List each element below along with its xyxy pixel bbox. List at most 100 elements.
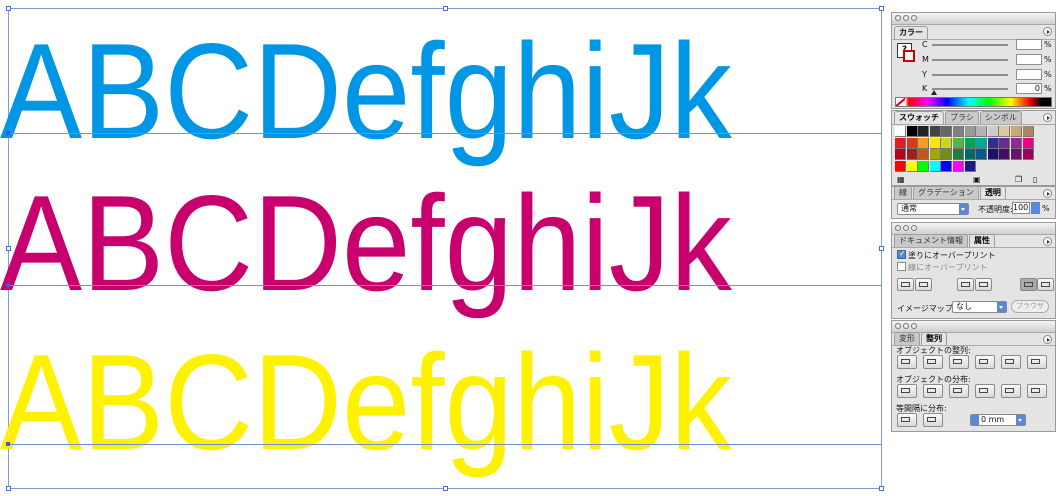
swatch-cell[interactable] bbox=[1011, 137, 1022, 149]
close-dot-icon[interactable] bbox=[895, 225, 901, 231]
opacity-slider-button[interactable] bbox=[1031, 202, 1040, 214]
swatch-cell[interactable] bbox=[906, 126, 918, 137]
fill-stroke-icon[interactable]: ? bbox=[897, 43, 917, 63]
zoom-dot-icon[interactable] bbox=[911, 15, 917, 21]
minimize-dot-icon[interactable] bbox=[903, 323, 909, 329]
slider-thumb-icon[interactable] bbox=[931, 90, 937, 95]
swatch-cell[interactable] bbox=[1022, 126, 1034, 137]
swatch-cell[interactable] bbox=[918, 160, 930, 172]
reverse-path-direction-button[interactable] bbox=[975, 278, 992, 291]
swatch-cell[interactable] bbox=[918, 126, 930, 137]
swatch-cell[interactable] bbox=[999, 126, 1011, 137]
palette-menu-icon[interactable] bbox=[1043, 113, 1052, 122]
tab-brushes[interactable]: ブラシ bbox=[945, 111, 979, 124]
swatch-cell[interactable] bbox=[941, 137, 953, 149]
evenodd-fill-button[interactable] bbox=[1037, 278, 1054, 291]
reverse-path-button[interactable] bbox=[957, 278, 974, 291]
distribute-top-button[interactable] bbox=[897, 384, 917, 398]
minimize-dot-icon[interactable] bbox=[903, 225, 909, 231]
none-swatch-icon[interactable] bbox=[896, 98, 905, 106]
distribute-vcenter-button[interactable] bbox=[923, 384, 943, 398]
palette-menu-icon[interactable] bbox=[1043, 237, 1052, 246]
spectrum-bar[interactable] bbox=[895, 97, 1052, 107]
handle-middle-right[interactable] bbox=[879, 246, 884, 251]
delete-swatch-icon[interactable]: ▯ bbox=[1033, 175, 1037, 184]
align-right-button[interactable] bbox=[949, 355, 969, 369]
channel-field-k[interactable]: 0 bbox=[1016, 83, 1042, 94]
swatch-cell[interactable] bbox=[929, 160, 941, 172]
swatch-cell[interactable] bbox=[929, 126, 941, 137]
tab-stroke[interactable]: 線 bbox=[894, 186, 912, 199]
swatch-cell[interactable] bbox=[1022, 137, 1034, 149]
spacing-field[interactable]: 0 mm bbox=[970, 414, 1026, 426]
swatch-cell[interactable] bbox=[895, 126, 906, 137]
palette-menu-icon[interactable] bbox=[1043, 27, 1052, 36]
distribute-left-button[interactable] bbox=[975, 384, 995, 398]
palette-titlebar[interactable] bbox=[892, 13, 1055, 25]
swatch-cell[interactable] bbox=[941, 149, 953, 160]
hide-center-button[interactable] bbox=[915, 278, 932, 291]
text-line-magenta[interactable]: ABCDefghiJk bbox=[0, 175, 805, 311]
swatch-cell[interactable] bbox=[929, 149, 941, 160]
overprint-fill-checkbox[interactable]: ✓ bbox=[897, 249, 906, 259]
handle-bottom-right[interactable] bbox=[879, 486, 884, 491]
zoom-dot-icon[interactable] bbox=[911, 225, 917, 231]
handle-top-left[interactable] bbox=[6, 6, 11, 11]
swatch-cell[interactable] bbox=[964, 149, 976, 160]
stepper-icon[interactable] bbox=[971, 415, 979, 425]
swatch-cell[interactable] bbox=[987, 137, 999, 149]
swatch-cell[interactable] bbox=[976, 137, 988, 149]
swatch-cell[interactable] bbox=[941, 126, 953, 137]
swatch-cell[interactable] bbox=[929, 137, 941, 149]
distribute-spacing-horizontal-button[interactable] bbox=[923, 413, 943, 427]
blend-mode-select[interactable]: 通常 bbox=[897, 203, 969, 215]
handle-bottom-center[interactable] bbox=[443, 486, 448, 491]
distribute-bottom-button[interactable] bbox=[949, 384, 969, 398]
image-map-select[interactable]: なし bbox=[952, 301, 1007, 313]
align-vcenter-button[interactable] bbox=[1001, 355, 1021, 369]
swatch-cell[interactable] bbox=[895, 160, 906, 172]
tab-gradient[interactable]: グラデーション bbox=[913, 186, 979, 199]
swatch-cell[interactable] bbox=[906, 149, 918, 160]
handle-top-right[interactable] bbox=[879, 6, 884, 11]
swatch-cell[interactable] bbox=[906, 137, 918, 149]
artboard-canvas[interactable]: ABCDefghiJk ABCDefghiJk ABCDefghiJk bbox=[0, 0, 890, 496]
close-dot-icon[interactable] bbox=[895, 15, 901, 21]
distribute-hcenter-button[interactable] bbox=[1001, 384, 1021, 398]
palette-menu-icon[interactable] bbox=[1043, 189, 1052, 198]
swatch-cell[interactable] bbox=[895, 149, 906, 160]
distribute-right-button[interactable] bbox=[1027, 384, 1047, 398]
swatch-cell[interactable] bbox=[1011, 126, 1022, 137]
tab-document-info[interactable]: ドキュメント情報 bbox=[894, 234, 968, 247]
swatch-options-icon[interactable]: ▣ bbox=[973, 175, 981, 184]
swatch-cell[interactable] bbox=[918, 137, 930, 149]
swatch-cell[interactable] bbox=[953, 137, 964, 149]
swatch-cell[interactable] bbox=[976, 126, 988, 137]
swatch-cell[interactable] bbox=[964, 137, 976, 149]
distribute-spacing-vertical-button[interactable] bbox=[897, 413, 917, 427]
new-swatch-icon[interactable]: ❐ bbox=[1015, 175, 1022, 184]
swatch-cell[interactable] bbox=[987, 149, 999, 160]
slider-track[interactable] bbox=[932, 88, 1008, 90]
tab-transform[interactable]: 変形 bbox=[894, 332, 920, 345]
slider-track[interactable] bbox=[932, 44, 1008, 46]
swatch-cell[interactable] bbox=[953, 126, 964, 137]
swatch-cell[interactable] bbox=[976, 149, 988, 160]
align-hcenter-button[interactable] bbox=[923, 355, 943, 369]
show-center-button[interactable] bbox=[897, 278, 914, 291]
swatch-cell[interactable] bbox=[999, 137, 1011, 149]
swatch-cell[interactable] bbox=[895, 137, 906, 149]
tab-align[interactable]: 整列 bbox=[921, 332, 947, 345]
nonzero-fill-button[interactable] bbox=[1020, 278, 1037, 291]
channel-field-y[interactable] bbox=[1016, 69, 1042, 80]
browser-button[interactable]: ブラウザ bbox=[1011, 300, 1049, 313]
slider-track[interactable] bbox=[932, 74, 1008, 76]
swatch-cell[interactable] bbox=[1011, 149, 1022, 160]
swatch-cell[interactable] bbox=[999, 149, 1011, 160]
swatch-cell[interactable] bbox=[987, 126, 999, 137]
slider-track[interactable] bbox=[932, 59, 1008, 61]
align-bottom-button[interactable] bbox=[1027, 355, 1047, 369]
handle-bottom-left[interactable] bbox=[6, 486, 11, 491]
swatch-cell[interactable] bbox=[906, 160, 918, 172]
align-left-button[interactable] bbox=[897, 355, 917, 369]
